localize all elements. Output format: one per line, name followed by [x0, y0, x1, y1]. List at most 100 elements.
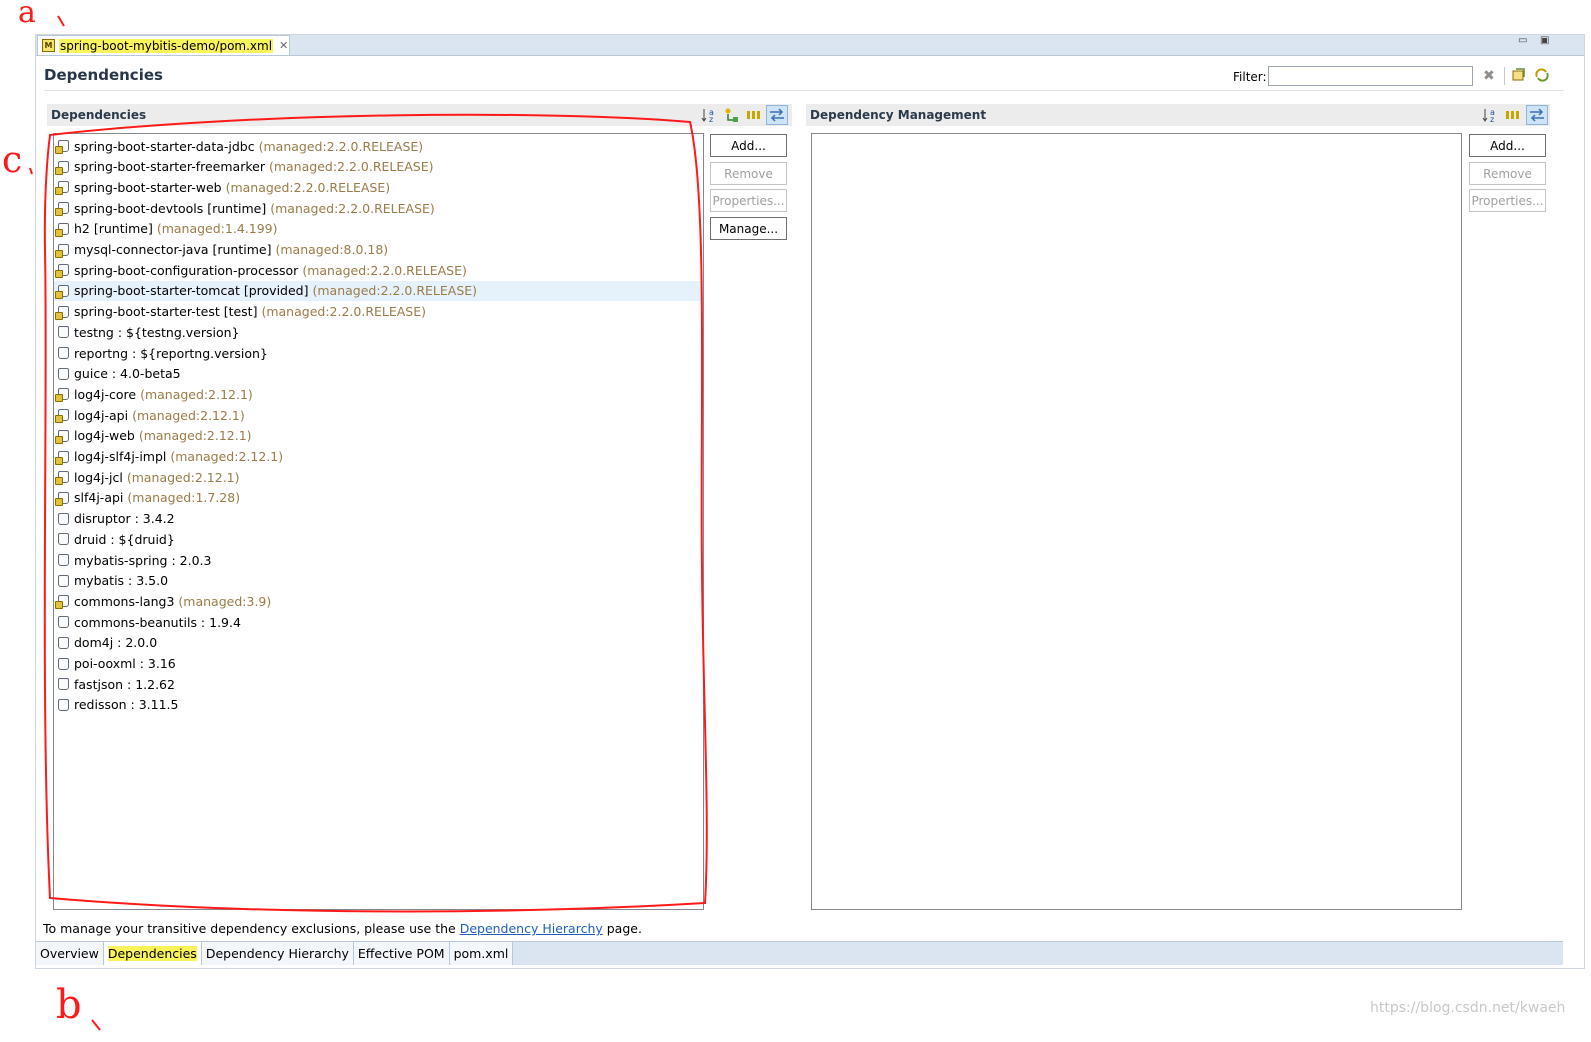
dm-remove-button[interactable]: Remove	[1469, 162, 1546, 185]
dependency-managed-version: (managed:3.9)	[178, 593, 272, 609]
clear-filter-icon[interactable]: ✖	[1483, 68, 1495, 84]
dependency-managed-version: (managed:2.2.0.RELEASE)	[225, 179, 391, 195]
group-by-scope-icon[interactable]	[724, 107, 740, 126]
dependency-row[interactable]: druid : ${druid}	[54, 529, 702, 549]
dependency-row[interactable]: mybatis-spring : 2.0.3	[54, 550, 702, 570]
dependency-row[interactable]: poi-ooxml : 3.16	[54, 654, 702, 674]
jar-icon	[58, 347, 69, 359]
toolbar-separator	[1504, 67, 1505, 85]
dependency-managed-version: (managed:1.7.28)	[127, 490, 241, 506]
dependency-row[interactable]: spring-boot-starter-data-jdbc (managed:2.…	[54, 136, 702, 156]
dependency-row[interactable]: spring-boot-starter-web (managed:2.2.0.RE…	[54, 177, 702, 197]
show-columns-icon[interactable]	[746, 107, 762, 126]
dependencies-list[interactable]: spring-boot-starter-data-jdbc (managed:2.…	[53, 133, 704, 910]
tab-overview[interactable]: Overview	[36, 942, 104, 965]
dependency-name: spring-boot-starter-test [test]	[74, 304, 258, 320]
svg-text:z: z	[709, 115, 713, 123]
dependency-row[interactable]: log4j-core (managed:2.12.1)	[54, 384, 702, 404]
tab-pom-xml[interactable]: pom.xml	[449, 942, 514, 965]
dependency-name: spring-boot-starter-tomcat [provided]	[74, 283, 309, 299]
close-icon[interactable]: ✕	[279, 39, 288, 52]
dependency-row[interactable]: h2 [runtime] (managed:1.4.199)	[54, 219, 702, 239]
dependencies-section-title: Dependencies	[51, 108, 147, 122]
tab-pom-xml-label: pom.xml	[453, 946, 509, 961]
dependency-managed-version: (managed:2.2.0.RELEASE)	[261, 304, 427, 320]
dependency-row[interactable]: slf4j-api (managed:1.7.28)	[54, 488, 702, 508]
tab-overview-label: Overview	[40, 946, 99, 961]
dependency-row[interactable]: dom4j : 2.0.0	[54, 633, 702, 653]
dependency-management-list[interactable]	[811, 133, 1462, 910]
managed-jar-icon	[55, 305, 69, 320]
dependency-name: mybatis-spring : 2.0.3	[74, 552, 212, 568]
dependency-name: commons-lang3	[74, 593, 175, 609]
dependency-managed-version: (managed:2.12.1)	[132, 407, 245, 423]
dependencies-properties-button[interactable]: Properties...	[710, 189, 787, 212]
dependency-row[interactable]: mybatis : 3.5.0	[54, 571, 702, 591]
dependency-row[interactable]: spring-boot-starter-freemarker (managed:2…	[54, 157, 702, 177]
dependency-name: log4j-api	[74, 407, 129, 423]
dependency-name: guice : 4.0-beta5	[74, 366, 181, 382]
dependency-management-section-header: Dependency Management	[806, 104, 1550, 126]
dependency-row[interactable]: commons-lang3 (managed:3.9)	[54, 591, 702, 611]
dependency-name: fastjson : 1.2.62	[74, 676, 175, 692]
dependency-management-section-title: Dependency Management	[810, 108, 987, 122]
dependency-row[interactable]: spring-boot-devtools [runtime] (managed:2…	[54, 198, 702, 218]
managed-jar-icon	[55, 140, 69, 154]
dependency-row[interactable]: reportng : ${reportng.version}	[54, 343, 702, 363]
dependency-row[interactable]: spring-boot-starter-tomcat [provided] (ma…	[54, 280, 702, 301]
dependency-name: spring-boot-starter-data-jdbc	[74, 138, 255, 154]
dependencies-section-header: Dependencies	[47, 104, 792, 126]
dependency-name: spring-boot-configuration-processor	[74, 262, 299, 278]
dependency-row[interactable]: spring-boot-starter-test [test] (managed:…	[54, 302, 702, 322]
jar-icon	[58, 512, 69, 525]
refresh-icon[interactable]	[1535, 68, 1549, 82]
dependency-row[interactable]: commons-beanutils : 1.9.4	[54, 612, 702, 632]
dependency-row[interactable]: fastjson : 1.2.62	[54, 674, 702, 694]
tab-dependencies[interactable]: Dependencies	[103, 942, 202, 965]
dependency-managed-version: (managed:2.2.0.RELEASE)	[268, 159, 434, 175]
page-title: Dependencies	[44, 66, 163, 84]
editor-tab-pom[interactable]: M spring-boot-mybitis-demo/pom.xml ✕	[37, 35, 290, 55]
dependency-name: dom4j : 2.0.0	[74, 635, 158, 651]
dependency-hierarchy-link[interactable]: Dependency Hierarchy	[460, 921, 603, 936]
dependency-name: disruptor : 3.4.2	[74, 511, 175, 527]
dm-toggle-view-icon[interactable]	[1526, 105, 1548, 125]
dm-show-columns-icon[interactable]	[1505, 107, 1521, 126]
dependency-row[interactable]: log4j-jcl (managed:2.12.1)	[54, 467, 702, 487]
jar-icon	[58, 574, 69, 587]
dependency-row[interactable]: redisson : 3.11.5	[54, 695, 702, 715]
watermark: https://blog.csdn.net/kwaeh	[1370, 1000, 1566, 1016]
select-project-icon[interactable]	[1512, 68, 1526, 82]
dependencies-remove-button[interactable]: Remove	[710, 162, 787, 185]
maximize-icon[interactable]: ▣	[1540, 35, 1549, 46]
dependencies-add-button[interactable]: Add...	[710, 134, 787, 157]
dependency-row[interactable]: log4j-slf4j-impl (managed:2.12.1)	[54, 447, 702, 467]
dm-add-button[interactable]: Add...	[1469, 134, 1546, 157]
dependency-row[interactable]: mysql-connector-java [runtime] (managed:8…	[54, 240, 702, 260]
dm-properties-button[interactable]: Properties...	[1469, 189, 1546, 212]
dependencies-manage-button[interactable]: Manage...	[710, 217, 787, 240]
managed-jar-icon	[55, 450, 69, 465]
sort-icon[interactable]: az	[701, 107, 719, 126]
dependency-name: mybatis : 3.5.0	[74, 573, 169, 589]
svg-text:z: z	[1490, 115, 1494, 123]
managed-jar-icon	[55, 243, 69, 258]
maven-file-icon: M	[42, 39, 55, 52]
filter-input[interactable]	[1268, 66, 1473, 86]
tab-effective-pom[interactable]: Effective POM	[353, 942, 450, 965]
managed-jar-icon	[55, 409, 69, 424]
dependency-name: h2 [runtime]	[74, 221, 153, 237]
managed-jar-icon	[55, 222, 69, 237]
dm-sort-icon[interactable]: az	[1482, 107, 1500, 126]
dependency-row[interactable]: disruptor : 3.4.2	[54, 509, 702, 529]
dependency-row[interactable]: log4j-api (managed:2.12.1)	[54, 405, 702, 425]
toggle-view-icon[interactable]	[766, 105, 788, 125]
managed-jar-icon	[55, 471, 69, 486]
dependency-row[interactable]: spring-boot-configuration-processor (mana…	[54, 260, 702, 280]
dependency-row[interactable]: testng : ${testng.version}	[54, 322, 702, 342]
dependency-row[interactable]: log4j-web (managed:2.12.1)	[54, 426, 702, 446]
dependency-row[interactable]: guice : 4.0-beta5	[54, 364, 702, 384]
minimize-icon[interactable]: ▭	[1518, 35, 1527, 46]
jar-icon	[58, 657, 69, 670]
tab-dependency-hierarchy[interactable]: Dependency Hierarchy	[201, 942, 354, 965]
